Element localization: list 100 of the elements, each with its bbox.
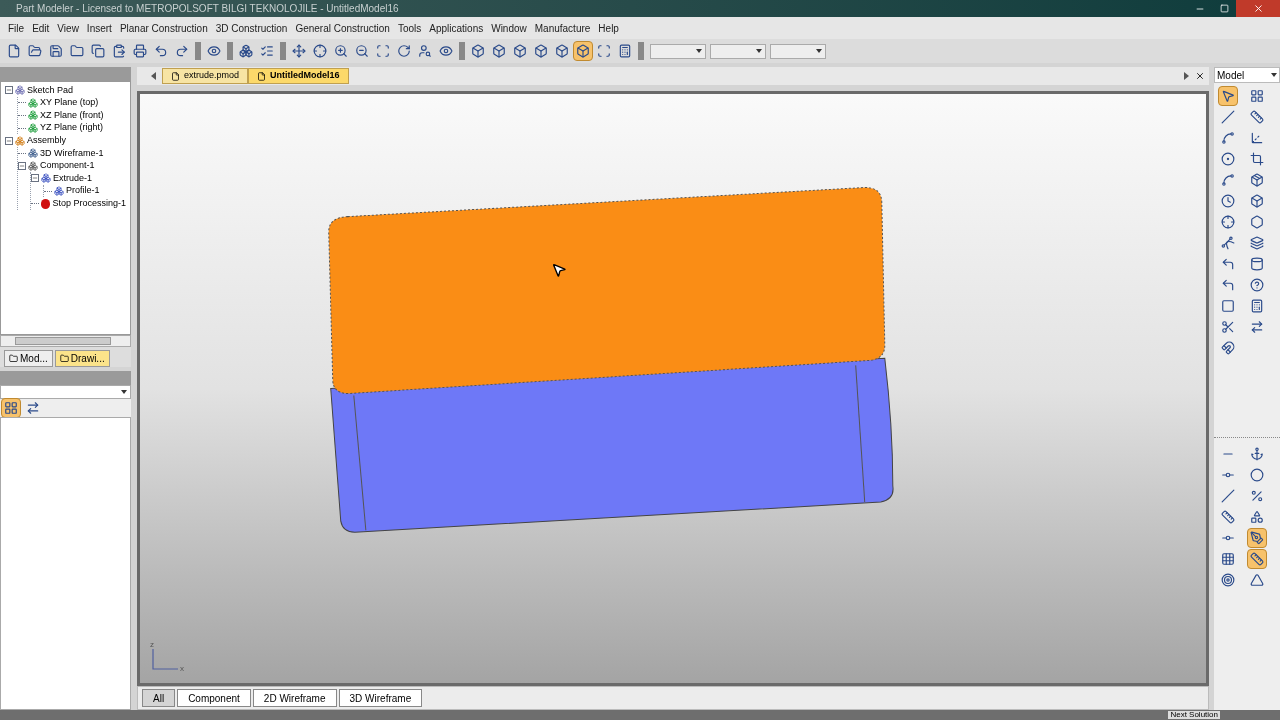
close-icon [1195,71,1205,81]
caret-icon [1271,73,1277,77]
toolbar-grip[interactable] [227,42,233,60]
eye-icon [207,44,221,58]
menu-item[interactable]: Tools [393,20,426,36]
expander-icon[interactable] [5,136,13,145]
palette-dropdown[interactable]: Model [1214,67,1280,83]
close-tab-button[interactable] [1195,71,1205,81]
cube-view-icon [471,44,485,58]
print-icon [133,44,147,58]
boxes-icon [239,44,253,58]
menu-item[interactable]: Insert [82,20,116,36]
paste-icon [112,44,126,58]
tree-item[interactable]: Sketch Pad [27,83,74,98]
view-tab[interactable]: 3D Wireframe [338,689,423,707]
document-tab[interactable]: UntitledModel16 [248,68,349,84]
package-icon [1250,173,1264,187]
tree-item[interactable]: Component-1 [40,159,95,173]
copy-icon [91,44,105,58]
categorized-icon [4,401,18,415]
cylinder-icon [1250,257,1264,271]
tree-item[interactable]: Profile-1 [66,184,100,198]
tree-item[interactable]: Extrude-1 [53,171,93,186]
toolbar-grip[interactable] [638,42,644,60]
target-icon [1221,573,1235,587]
magnet-icon [1221,341,1235,355]
percent-icon [1250,489,1264,503]
toolbar-grip[interactable] [459,42,465,60]
ruler-icon [1221,510,1235,524]
menu-item[interactable]: Manufacture [530,20,595,36]
dots-grid-icon [1221,552,1235,566]
menu-item[interactable]: 3D Construction [211,20,292,36]
next-tab-icon[interactable] [1184,72,1189,80]
scan-icon [597,44,611,58]
close-icon [1252,3,1264,14]
scissors-icon [1221,320,1235,334]
expander-icon[interactable] [5,86,13,95]
user-search-icon [418,44,432,58]
file-icon [257,71,267,81]
ruler-button[interactable] [1247,549,1267,569]
window-title: Part Modeler - Licensed to METROPOLSOFT BILGI TEKNOLOJILE - UntitledModel16 [16,2,399,16]
tree-item[interactable]: Stop Processing-1 [52,196,126,211]
document-tab[interactable]: extrude.pmod [162,68,249,84]
folder-icon [9,354,18,363]
menu-item[interactable]: Planar Construction [115,20,212,36]
expander-icon[interactable] [31,174,39,183]
line-icon [1221,110,1235,124]
crosshair-icon [313,44,327,58]
caret-icon [756,49,762,53]
corner-icon [1221,278,1235,292]
menu-item[interactable]: General Construction [291,20,394,36]
cube-view-button[interactable] [573,41,593,61]
box-icon [1250,194,1264,208]
pointer-button[interactable] [1218,86,1238,106]
view-tab[interactable]: 2D Wireframe [252,689,337,707]
view-tab[interactable]: Component [177,689,251,707]
view-tab[interactable]: All [142,689,176,707]
cube-view-icon [576,44,590,58]
scan-icon [376,44,390,58]
line-icon [1221,489,1235,503]
menu-item[interactable]: Edit [28,20,54,36]
axis-label: x [180,665,184,673]
menu-item[interactable]: View [53,20,83,36]
calculator-icon [618,44,632,58]
zoom-in-icon [334,44,348,58]
menu-item[interactable]: File [4,20,29,36]
tree-item[interactable]: XZ Plane (front) [40,108,104,123]
axis-indicator-icon [150,649,180,671]
panel-tab[interactable]: Drawi... [54,350,110,367]
expander-icon[interactable] [18,161,26,170]
file-icon [171,71,180,81]
tree-item[interactable]: Assembly [27,133,66,148]
tree-item[interactable]: 3D Wireframe-1 [40,146,104,160]
anchor-icon [1250,447,1264,461]
horizontal-scrollbar[interactable] [0,335,131,347]
ruler-icon [1250,552,1264,566]
tree-item[interactable]: XY Plane (top) [40,96,99,110]
tree-item[interactable]: YZ Plane (right) [40,121,104,135]
caret-icon [816,49,822,53]
undo-icon [154,44,168,58]
folder-icon [59,354,69,363]
menu-item[interactable]: Help [594,20,623,36]
tangent-icon [1221,236,1235,250]
redo-icon [175,44,189,58]
caret-icon [696,49,702,53]
curve-icon [1221,173,1235,187]
rotate-icon [397,44,411,58]
grid-icon [1250,89,1264,103]
crosshair-icon [1221,215,1235,229]
viewport[interactable]: z x [137,91,1209,686]
menu-item[interactable]: Window [487,20,531,36]
categorized-button[interactable] [1,398,21,418]
toolbar-grip[interactable] [280,42,286,60]
panel-tab[interactable]: Mod... [4,350,53,367]
toolbar-grip[interactable] [195,42,201,60]
menu-item[interactable]: Applications [425,20,488,36]
new-file-icon [7,44,21,58]
clock-icon [1221,194,1235,208]
pen-button[interactable] [1247,528,1267,548]
arrows-icon [1250,320,1264,334]
